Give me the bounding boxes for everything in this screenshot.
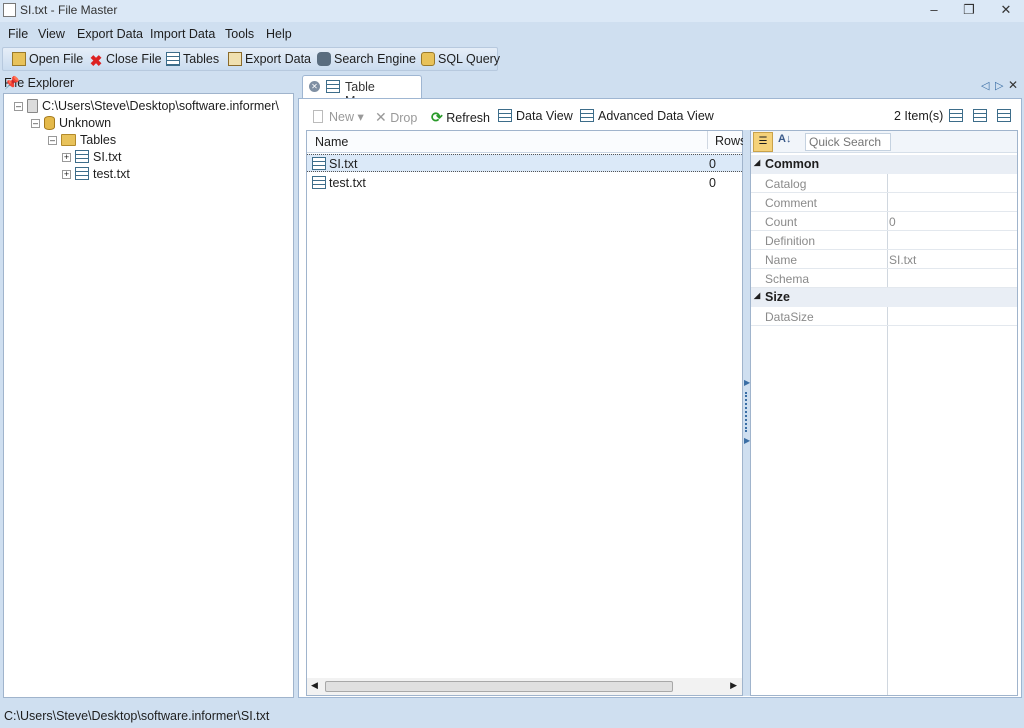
menu-tools[interactable]: Tools xyxy=(225,27,254,41)
file-explorer-panel: – C:\Users\Steve\Desktop\software.informe… xyxy=(3,93,294,698)
expand-icon[interactable]: + xyxy=(62,170,71,179)
computer-icon xyxy=(27,99,38,113)
property-grid-toolbar: ☰ A↓ xyxy=(751,131,1017,153)
drop-icon: ✕ xyxy=(375,109,387,125)
close-document-icon[interactable]: ✕ xyxy=(1008,78,1018,92)
tree-node-database[interactable]: – Unknown xyxy=(31,116,111,130)
expand-icon[interactable]: + xyxy=(62,153,71,162)
open-file-icon xyxy=(12,52,26,66)
table-row[interactable]: SI.txt 0 xyxy=(307,154,742,172)
panel-splitter[interactable]: ▶ ▶ xyxy=(743,130,750,696)
close-file-icon: ✖ xyxy=(89,53,103,70)
property-row[interactable]: Comment xyxy=(751,193,1017,212)
tables-icon xyxy=(166,52,180,66)
table-row[interactable]: test.txt 0 xyxy=(307,174,742,192)
database-icon xyxy=(44,116,55,130)
data-view-button[interactable]: Data View xyxy=(498,109,573,123)
advanced-data-view-icon xyxy=(580,109,594,122)
collapse-icon[interactable]: – xyxy=(14,102,23,111)
menu-bar: File View Export Data Import Data Tools … xyxy=(0,24,1024,46)
close-window-button[interactable]: ✕ xyxy=(995,2,1017,18)
list-view-icon[interactable] xyxy=(973,109,991,123)
property-row[interactable]: Name SI.txt xyxy=(751,250,1017,269)
status-path: C:\Users\Steve\Desktop\software.informer… xyxy=(4,709,270,723)
column-header-rows[interactable]: Rows xyxy=(707,131,746,149)
table-icon xyxy=(312,176,326,189)
data-view-icon xyxy=(498,109,512,122)
collapse-icon[interactable]: – xyxy=(48,136,57,145)
property-category[interactable]: ◢ Common xyxy=(751,155,1017,174)
sql-query-icon xyxy=(421,52,435,66)
property-row[interactable]: Definition xyxy=(751,231,1017,250)
close-file-button[interactable]: ✖ Close File xyxy=(89,52,162,69)
grid-header: Name Rows xyxy=(307,131,746,153)
tiles-view-icon[interactable] xyxy=(997,109,1015,123)
search-engine-button[interactable]: Search Engine xyxy=(317,52,416,66)
tables-grid: Name Rows SI.txt 0 test.txt 0 ◀ ▶ xyxy=(306,130,746,696)
table-manager-icon xyxy=(326,80,340,93)
tree-node-root[interactable]: – C:\Users\Steve\Desktop\software.informe… xyxy=(14,99,279,113)
app-icon xyxy=(3,3,16,17)
quick-search-input[interactable] xyxy=(805,133,891,151)
new-button[interactable]: New ▾ xyxy=(313,109,364,124)
tree-node-table[interactable]: + SI.txt xyxy=(62,150,121,164)
scroll-left-icon[interactable]: ◁ xyxy=(981,79,989,92)
sql-query-button[interactable]: SQL Query xyxy=(421,52,500,66)
document-tab-strip: ✕ Table Manager ◁ ▷ ✕ xyxy=(298,74,1024,108)
property-row[interactable]: Catalog xyxy=(751,174,1017,193)
column-header-name[interactable]: Name xyxy=(315,135,348,149)
table-manager-toolbar: New ▾ ✕ Drop ⟳ Refresh Data View Advance… xyxy=(305,104,1021,126)
menu-export-data[interactable]: Export Data xyxy=(77,27,143,41)
scroll-right-arrow-icon[interactable]: ▶ xyxy=(730,680,737,691)
tables-button[interactable]: Tables xyxy=(166,52,219,66)
horizontal-scrollbar[interactable]: ◀ ▶ xyxy=(307,678,742,695)
export-data-icon xyxy=(228,52,242,66)
collapse-triangle-icon[interactable]: ◢ xyxy=(754,158,760,167)
title-bar: SI.txt - File Master – ❐ ✕ xyxy=(0,0,1024,22)
drop-button[interactable]: ✕ Drop xyxy=(375,109,417,126)
table-icon xyxy=(312,157,326,170)
item-count: 2 Item(s) xyxy=(894,109,944,123)
table-icon xyxy=(75,150,89,163)
minimize-button[interactable]: – xyxy=(923,2,945,18)
property-grid: ☰ A↓ ◢Common Catalog Comment Count0 Defi… xyxy=(750,130,1018,696)
new-icon xyxy=(313,110,323,123)
tree-node-table[interactable]: + test.txt xyxy=(62,167,130,181)
export-data-button[interactable]: Export Data xyxy=(228,52,311,66)
property-category[interactable]: ◢ Size xyxy=(751,288,1017,307)
file-explorer-header: File Explorer 📌 xyxy=(0,74,294,92)
collapse-icon[interactable]: – xyxy=(31,119,40,128)
refresh-button[interactable]: ⟳ Refresh xyxy=(431,109,490,126)
menu-view[interactable]: View xyxy=(38,27,65,41)
main-toolbar: Open File ✖ Close File Tables Export Data… xyxy=(2,47,500,71)
scroll-left-arrow-icon[interactable]: ◀ xyxy=(311,680,318,691)
property-row[interactable]: Count 0 xyxy=(751,212,1017,231)
sort-alphabetical-icon[interactable]: A↓ xyxy=(778,133,791,145)
menu-import-data[interactable]: Import Data xyxy=(150,27,215,41)
scrollbar-thumb[interactable] xyxy=(325,681,673,692)
property-row[interactable]: Schema xyxy=(751,269,1017,288)
menu-file[interactable]: File xyxy=(8,27,28,41)
binoculars-icon xyxy=(317,52,331,66)
advanced-data-view-button[interactable]: Advanced Data View xyxy=(580,109,714,123)
menu-help[interactable]: Help xyxy=(266,27,292,41)
tab-table-manager[interactable]: ✕ Table Manager xyxy=(302,75,422,108)
close-tab-icon[interactable]: ✕ xyxy=(309,81,320,92)
property-row[interactable]: DataSize xyxy=(751,307,1017,326)
tree-node-tables[interactable]: – Tables xyxy=(48,133,116,147)
folder-icon xyxy=(61,134,76,146)
table-icon xyxy=(75,167,89,180)
details-view-icon[interactable] xyxy=(949,109,967,123)
pin-icon[interactable]: 📌 xyxy=(4,76,290,91)
categorized-icon[interactable]: ☰ xyxy=(753,132,773,152)
window-title: SI.txt - File Master xyxy=(20,3,118,17)
maximize-button[interactable]: ❐ xyxy=(958,2,980,18)
collapse-triangle-icon[interactable]: ◢ xyxy=(754,291,760,300)
refresh-icon: ⟳ xyxy=(431,109,443,125)
scroll-right-icon[interactable]: ▷ xyxy=(995,79,1003,92)
status-bar: C:\Users\Steve\Desktop\software.informer… xyxy=(0,706,1024,728)
open-file-button[interactable]: Open File xyxy=(12,52,83,66)
